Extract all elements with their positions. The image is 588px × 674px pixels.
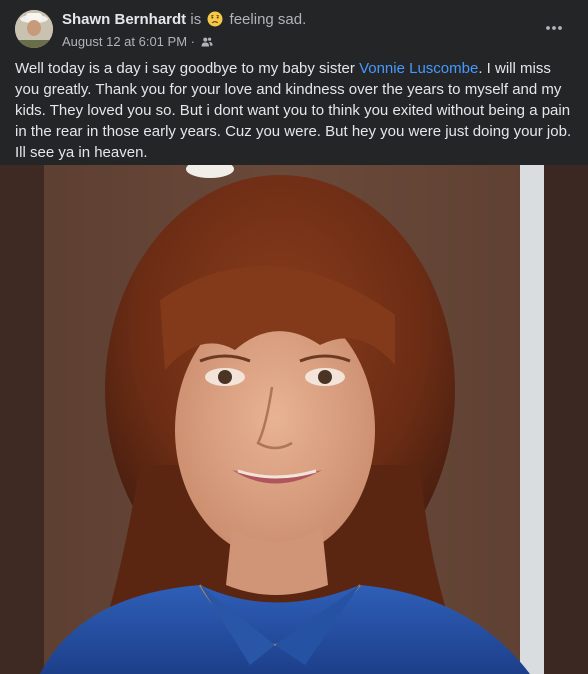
author-is-text: is bbox=[190, 11, 202, 28]
author-line: Shawn Bernhardt is feeling sad. bbox=[62, 11, 306, 29]
mention-link[interactable]: Vonnie Luscombe bbox=[359, 60, 478, 77]
portrait-photo-image bbox=[0, 165, 588, 674]
post-text-part-1: Well today is a day i say goodbye to my … bbox=[15, 60, 360, 77]
author-avatar[interactable] bbox=[15, 10, 53, 48]
feeling-text: feeling sad. bbox=[229, 11, 307, 28]
more-options-button[interactable] bbox=[536, 14, 572, 42]
post-header: Shawn Bernhardt is feeling sad. August 1… bbox=[0, 0, 588, 56]
avatar-image bbox=[15, 10, 53, 48]
post-meta: August 12 at 6:01 PM · bbox=[62, 34, 213, 52]
friends-icon[interactable] bbox=[201, 36, 213, 52]
sad-face-emoji bbox=[207, 11, 223, 27]
author-name[interactable]: Shawn Bernhardt bbox=[62, 11, 186, 28]
post-message: Well today is a day i say goodbye to my … bbox=[15, 58, 575, 163]
meta-separator: · bbox=[190, 34, 195, 49]
post-photo[interactable] bbox=[0, 165, 588, 674]
post-timestamp[interactable]: August 12 at 6:01 PM bbox=[62, 34, 187, 49]
more-options-icon bbox=[546, 26, 562, 30]
